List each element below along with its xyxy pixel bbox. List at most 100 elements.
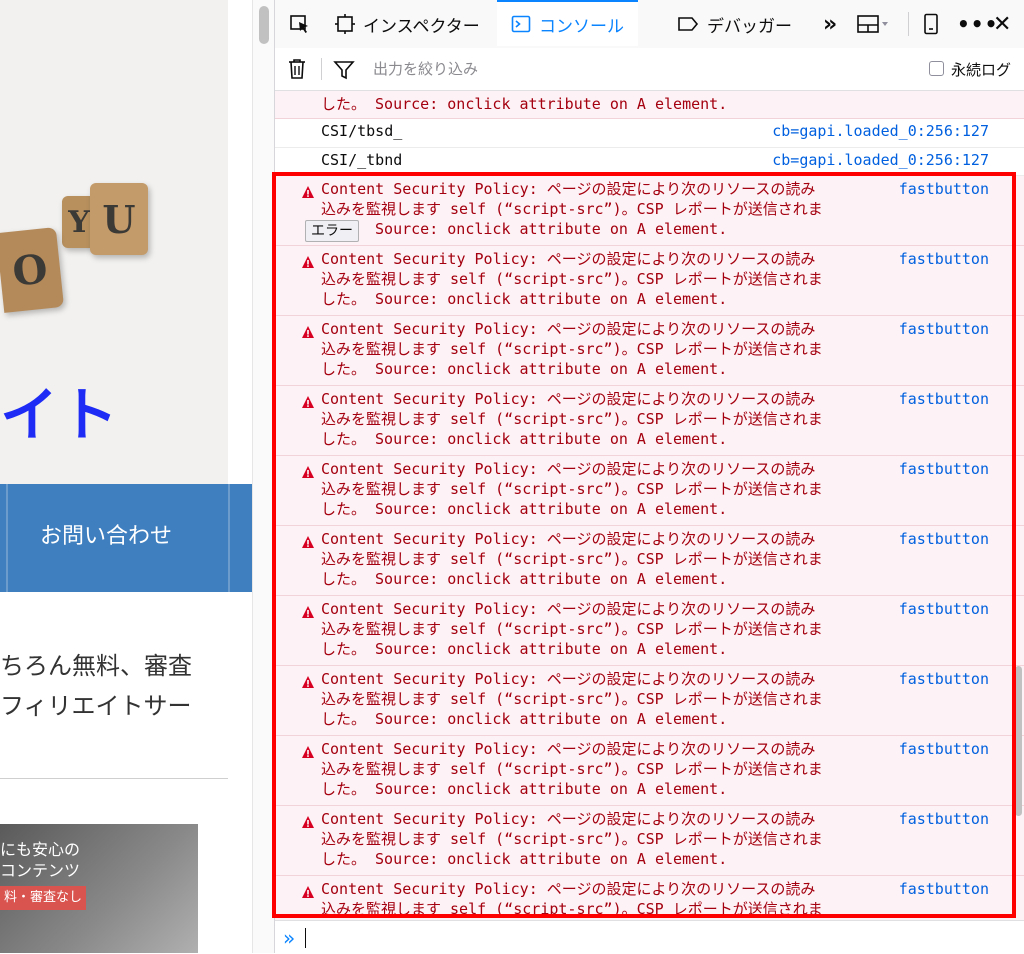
warning-triangle-icon <box>301 674 315 688</box>
console-log-text: CSI/tbsd_ <box>321 122 403 140</box>
console-error-row: Content Security Policy: ページの設定により次のリソース… <box>275 316 1024 386</box>
mobile-device-icon <box>923 13 939 35</box>
console-error-message: Content Security Policy: ページの設定により次のリソース… <box>321 319 881 379</box>
error-line: した。 Source: onclick attribute on A eleme… <box>321 850 728 868</box>
console-error-source-link[interactable]: fastbutton <box>899 599 989 619</box>
console-icon <box>511 14 531 34</box>
warning-triangle-icon <box>301 814 315 828</box>
console-log-text: CSI/_tbnd <box>321 151 403 169</box>
content-divider <box>0 778 228 779</box>
error-line: 込みを監視します self (“script-src”)。CSP レポートが送信… <box>321 760 823 778</box>
console-error-row: Content Security Policy: ページの設定により次のリソース… <box>275 806 1024 876</box>
nav-divider <box>6 484 8 592</box>
error-line: した。 Source: onclick attribute on A eleme… <box>321 360 728 378</box>
warning-triangle-icon <box>301 464 315 478</box>
nav-link-contact[interactable]: お問い合わせ <box>40 518 172 550</box>
debugger-icon <box>677 15 699 33</box>
console-error-source-link[interactable]: fastbutton <box>899 739 989 759</box>
console-error-source-link[interactable]: fastbutton <box>899 249 989 269</box>
tab-console-label: コンソール <box>539 16 624 37</box>
error-line: Content Security Policy: ページの設定により次のリソース… <box>321 250 816 268</box>
console-error-source-link[interactable]: fastbutton <box>899 179 989 199</box>
close-icon[interactable]: ✕ <box>993 0 1011 48</box>
console-error-source-link[interactable]: fastbutton <box>899 389 989 409</box>
persist-logs-checkbox[interactable] <box>929 61 944 76</box>
console-error-row: Content Security Policy: ページの設定により次のリソース… <box>275 736 1024 806</box>
error-line: 込みを監視します self (“script-src”)。CSP レポートが送信… <box>321 270 823 288</box>
error-line: 込みを監視します self (“script-src”)。CSP レポートが送信… <box>321 480 823 498</box>
more-tabs-chevron-icon[interactable]: » <box>823 0 837 48</box>
console-error-message: Content Security Policy: ページの設定により次のリソース… <box>321 879 881 919</box>
page-scrollbar[interactable] <box>252 0 274 953</box>
error-line: した。 Source: onclick attribute on A eleme… <box>321 640 728 658</box>
error-line: 込みを監視します self (“script-src”)。CSP レポートが送信… <box>321 900 823 918</box>
console-error-row: Content Security Policy: ページの設定により次のリソース… <box>275 876 1024 920</box>
console-prompt-icon: » <box>283 926 296 950</box>
text-caret <box>305 928 306 948</box>
warning-triangle-icon <box>301 744 315 758</box>
console-error-row: Content Security Policy: ページの設定により次のリソース… <box>275 456 1024 526</box>
console-message-text: した。 Source: onclick attribute on A eleme… <box>321 95 728 113</box>
warning-triangle-icon <box>301 184 315 198</box>
error-line: Content Security Policy: ページの設定により次のリソース… <box>321 320 816 338</box>
tab-debugger[interactable]: デバッガー <box>677 0 792 48</box>
error-line: した。 Source: onclick attribute on A eleme… <box>321 570 728 588</box>
console-scrollbar[interactable] <box>1013 91 1024 920</box>
tab-console[interactable]: コンソール <box>497 0 638 46</box>
console-error-message: Content Security Policy: ページの設定により次のリソース… <box>321 529 881 589</box>
console-error-message: Content Security Policy: ページの設定により次のリソース… <box>321 809 881 869</box>
error-line: した。 Source: onclick attribute on A eleme… <box>321 430 728 448</box>
body-text-line: フィリエイトサー <box>0 692 192 720</box>
console-error-source-link[interactable]: fastbutton <box>899 459 989 479</box>
letter-block-u: U <box>90 183 148 255</box>
console-error-list: Content Security Policy: ページの設定により次のリソース… <box>275 176 1024 920</box>
error-line: Content Security Policy: ページの設定により次のリソース… <box>321 390 816 408</box>
console-error-message: Content Security Policy: ページの設定により次のリソース… <box>321 179 881 239</box>
tab-inspector-label: インスペクター <box>363 16 480 37</box>
responsive-design-button[interactable] <box>923 0 939 48</box>
persist-logs-label[interactable]: 永続ログ <box>951 59 1011 80</box>
error-line: Content Security Policy: ページの設定により次のリソース… <box>321 180 816 198</box>
filter-output-input[interactable] <box>373 56 913 82</box>
devtools-panel: インスペクター コンソール デバッガー » ••• ✕ 出力を絞り込み 永続ログ… <box>274 0 1024 954</box>
console-error-source-link[interactable]: fastbutton <box>899 809 989 829</box>
element-picker-button[interactable] <box>283 0 317 48</box>
tab-inspector[interactable]: インスペクター <box>335 0 480 48</box>
console-error-message: Content Security Policy: ページの設定により次のリソース… <box>321 599 881 659</box>
error-line: した。 Source: onclick attribute on A eleme… <box>321 290 728 308</box>
error-line: 込みを監視します self (“script-src”)。CSP レポートが送信… <box>321 690 823 708</box>
page-scrollbar-thumb[interactable] <box>259 6 269 44</box>
console-error-source-link[interactable]: fastbutton <box>899 879 989 899</box>
website-pane: Y U O イト お問い合わせ ちろん無料、審査 フィリエイトサー にも安心の … <box>0 0 252 953</box>
console-scrollbar-thumb[interactable] <box>1015 666 1022 816</box>
console-log-source-link[interactable]: cb=gapi.loaded_0:256:127 <box>772 122 989 140</box>
error-tooltip-badge: エラー <box>305 220 359 242</box>
console-error-row: Content Security Policy: ページの設定により次のリソース… <box>275 246 1024 316</box>
dock-layout-button[interactable] <box>857 0 891 48</box>
error-line: した。 Source: onclick attribute on A eleme… <box>321 710 728 728</box>
console-error-message: Content Security Policy: ページの設定により次のリソース… <box>321 739 881 799</box>
error-line: した。 Source: onclick attribute on A eleme… <box>321 780 728 798</box>
console-log-source-link[interactable]: cb=gapi.loaded_0:256:127 <box>772 151 989 169</box>
console-error-source-link[interactable]: fastbutton <box>899 319 989 339</box>
console-error-row: Content Security Policy: ページの設定により次のリソース… <box>275 666 1024 736</box>
console-error-message: Content Security Policy: ページの設定により次のリソース… <box>321 459 881 519</box>
tab-debugger-label: デバッガー <box>707 16 792 37</box>
error-line: 込みを監視します self (“script-src”)。CSP レポートが送信… <box>321 830 823 848</box>
console-input-bar[interactable]: » <box>275 920 1024 954</box>
banner-badge: 料・審査なし <box>0 886 86 910</box>
filter-separator <box>321 58 322 80</box>
clear-console-trash-icon[interactable] <box>287 58 307 84</box>
warning-triangle-icon <box>301 884 315 898</box>
warning-triangle-icon <box>301 324 315 338</box>
element-picker-icon <box>289 13 311 35</box>
console-error-message: Content Security Policy: ページの設定により次のリソース… <box>321 669 881 729</box>
console-error-source-link[interactable]: fastbutton <box>899 529 989 549</box>
error-line: 込みを監視します self (“script-src”)。CSP レポートが送信… <box>321 200 823 218</box>
error-line: Content Security Policy: ページの設定により次のリソース… <box>321 740 816 758</box>
banner-text: コンテンツ <box>0 861 81 880</box>
console-log-row: CSI/_tbnd cb=gapi.loaded_0:256:127 <box>275 147 1024 176</box>
error-line: Content Security Policy: ページの設定により次のリソース… <box>321 810 816 828</box>
console-error-source-link[interactable]: fastbutton <box>899 669 989 689</box>
error-line: 込みを監視します self (“script-src”)。CSP レポートが送信… <box>321 410 823 428</box>
